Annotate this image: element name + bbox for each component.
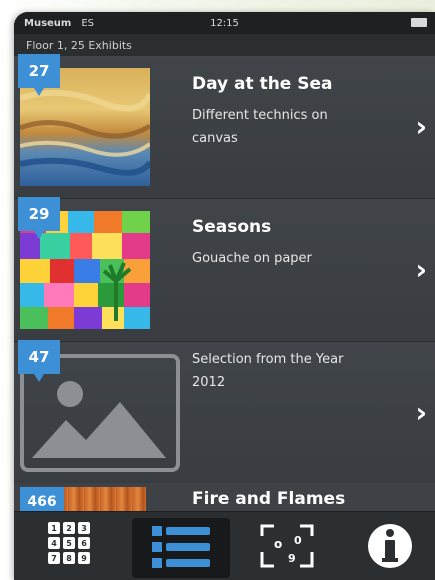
chevron-right-icon[interactable]: › xyxy=(415,110,427,143)
battery-icon xyxy=(411,18,427,27)
svg-text:5: 5 xyxy=(66,539,72,548)
map-icon: o 0 9 xyxy=(260,524,314,568)
svg-text:3: 3 xyxy=(81,524,87,533)
exhibit-description: Gouache on paper xyxy=(192,251,312,266)
exhibit-row[interactable]: 29 Seasons Gouache on paper › xyxy=(14,197,435,342)
svg-text:4: 4 xyxy=(51,539,57,548)
tab-keypad[interactable]: 123 456 789 xyxy=(38,518,102,578)
exhibit-number: 27 xyxy=(28,62,50,80)
exhibit-number: 29 xyxy=(28,205,50,223)
exhibit-title: Day at the Sea xyxy=(192,74,333,94)
bottom-tab-bar: 123 456 789 o 0 9 xyxy=(14,511,435,580)
chevron-right-icon[interactable]: › xyxy=(415,396,427,429)
svg-text:6: 6 xyxy=(81,539,87,548)
exhibit-number: 47 xyxy=(28,348,50,366)
svg-text:9: 9 xyxy=(81,554,87,563)
tab-list[interactable] xyxy=(132,518,230,578)
clock: 12:15 xyxy=(210,17,239,29)
svg-text:o: o xyxy=(274,537,282,551)
keypad-icon: 123 456 789 xyxy=(48,522,90,564)
list-icon xyxy=(152,526,210,568)
chevron-right-icon[interactable]: › xyxy=(415,253,427,286)
svg-text:2: 2 xyxy=(66,524,72,533)
exhibit-title: Seasons xyxy=(192,217,272,237)
exhibit-title: Fire and Flames xyxy=(192,489,346,509)
exhibit-description: Different technics on canvas xyxy=(192,108,328,146)
status-bar: Museum ES 12:15 xyxy=(14,12,435,34)
info-icon xyxy=(368,524,412,568)
svg-text:8: 8 xyxy=(66,554,72,563)
exhibit-description: Selection from the Year 2012 xyxy=(192,352,344,390)
exhibit-row[interactable]: 27 Day at the Sea Different technics on … xyxy=(14,54,435,199)
tab-map[interactable]: o 0 9 xyxy=(252,518,322,578)
exhibit-list: 27 Day at the Sea Different technics on … xyxy=(14,54,435,485)
svg-text:9: 9 xyxy=(288,552,296,565)
svg-text:0: 0 xyxy=(294,534,302,547)
svg-text:7: 7 xyxy=(51,554,57,563)
app-screen: Museum ES 12:15 Floor 1, 25 Exhibits 27 … xyxy=(14,12,435,580)
svg-text:1: 1 xyxy=(51,524,57,533)
tab-info[interactable] xyxy=(360,518,420,578)
exhibit-row[interactable]: 47 Selection from the Year 2012 › xyxy=(14,340,435,485)
floor-subheader: Floor 1, 25 Exhibits xyxy=(14,34,435,57)
floor-info: Floor 1, 25 Exhibits xyxy=(26,38,132,52)
